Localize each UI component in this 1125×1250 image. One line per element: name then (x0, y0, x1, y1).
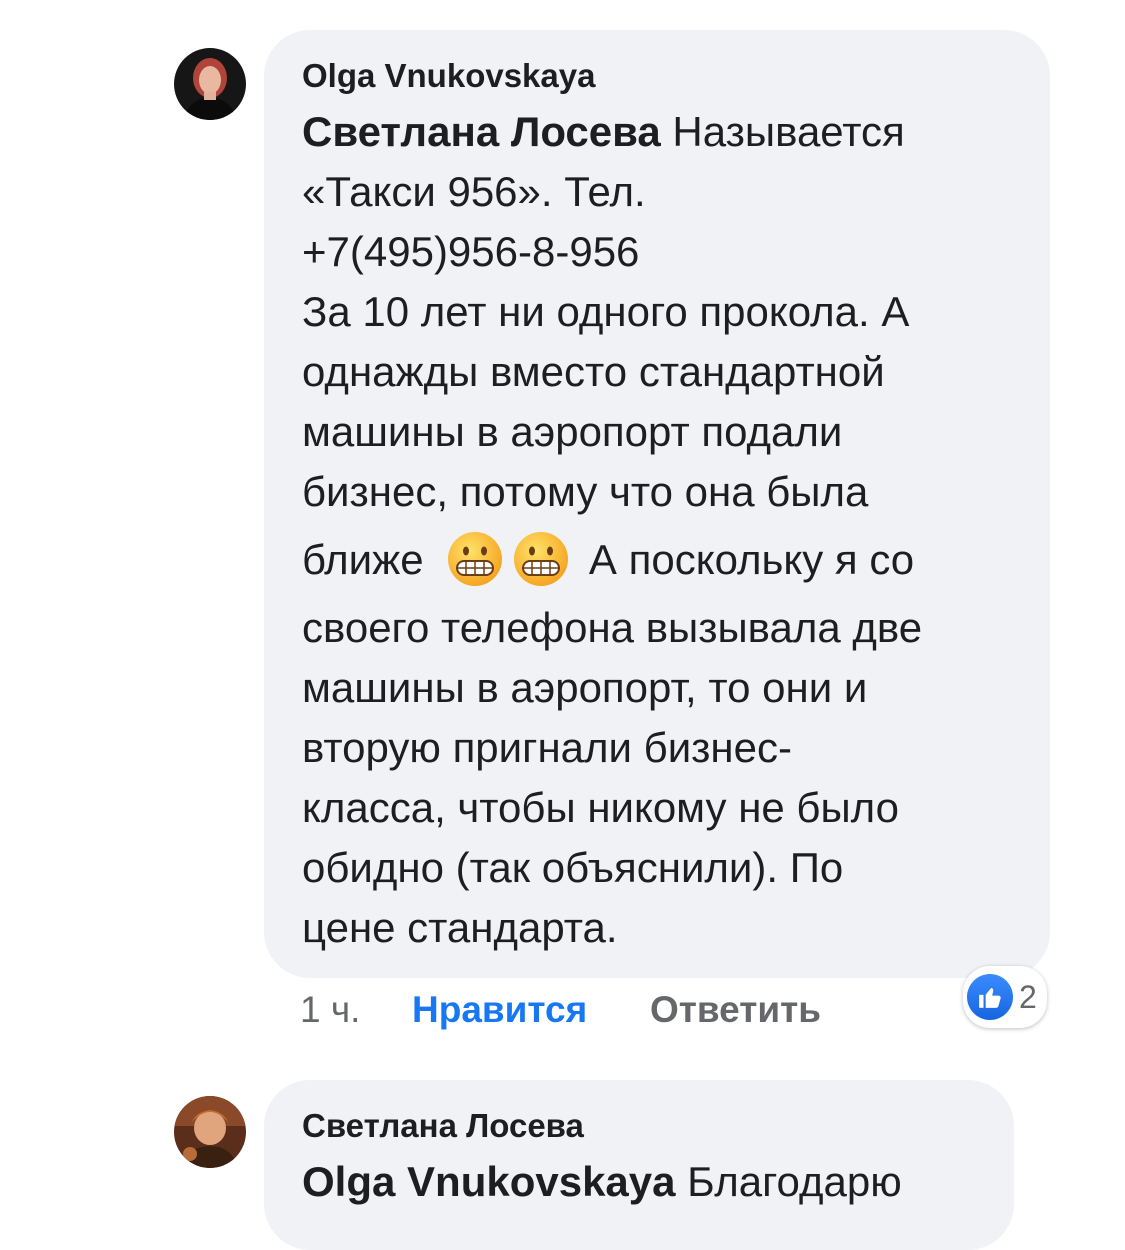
comment-author[interactable]: Olga Vnukovskaya (302, 52, 1012, 100)
comment-text: Светлана Лосева Называется «Такси 956». … (302, 102, 1012, 958)
comment-line: Светлана Лосева Называется (302, 102, 1012, 162)
comment-line-text: Благодарю (675, 1158, 902, 1205)
comment-text: Olga Vnukovskaya Благодарю (302, 1152, 976, 1212)
svetlana-avatar[interactable] (174, 1096, 246, 1168)
thumbs-up-icon (967, 974, 1013, 1020)
comment-line-with-emoji: ближе А поскольку я со (302, 522, 1012, 598)
svetlana-avatar-image (174, 1096, 246, 1168)
comment-line-text: А поскольку я со (577, 536, 915, 583)
comment-line: класса, чтобы никому не было (302, 784, 900, 831)
comment-line: однажды вместо стандартной (302, 348, 885, 395)
comment-bubble-svetlana: Светлана Лосева Olga Vnukovskaya Благода… (264, 1080, 1014, 1250)
reaction-count: 2 (1019, 978, 1037, 1015)
like-button[interactable]: Нравится (412, 983, 587, 1037)
comment-line: своего телефона вызывала две (302, 604, 923, 651)
grimacing-face-icon (448, 531, 503, 586)
reaction-badge[interactable]: 2 (963, 966, 1047, 1028)
mention-link[interactable]: Olga Vnukovskaya (302, 1158, 676, 1205)
comment-timestamp[interactable]: 1 ч. (300, 983, 360, 1037)
olga-avatar-image (174, 48, 246, 120)
comment-line: Olga Vnukovskaya Благодарю (302, 1152, 976, 1212)
mention-link[interactable]: Светлана Лосева (302, 108, 661, 155)
olga-avatar[interactable] (174, 48, 246, 120)
grimacing-face-icon (514, 531, 569, 586)
comment-line: вторую пригнали бизнес- (302, 724, 792, 771)
comment-line: бизнес, потому что она была (302, 468, 869, 515)
reply-button[interactable]: Ответить (650, 983, 821, 1037)
comment-line: За 10 лет ни одного прокола. А (302, 288, 910, 335)
comment-bubble-olga: Olga Vnukovskaya Светлана Лосева Называе… (264, 30, 1050, 978)
comment-line: +7(495)956-8-956 (302, 228, 640, 275)
comment-line-text: Называется (660, 108, 905, 155)
comment-author[interactable]: Светлана Лосева (302, 1102, 976, 1150)
comment-line: машины в аэропорт подали (302, 408, 843, 455)
comment-line-text: ближе (302, 536, 424, 583)
comment-line: «Такси 956». Тел. (302, 168, 646, 215)
comment-line: обидно (так объяснили). По (302, 844, 844, 891)
comment-line: цене стандарта. (302, 904, 618, 951)
comment-line: машины в аэропорт, то они и (302, 664, 868, 711)
